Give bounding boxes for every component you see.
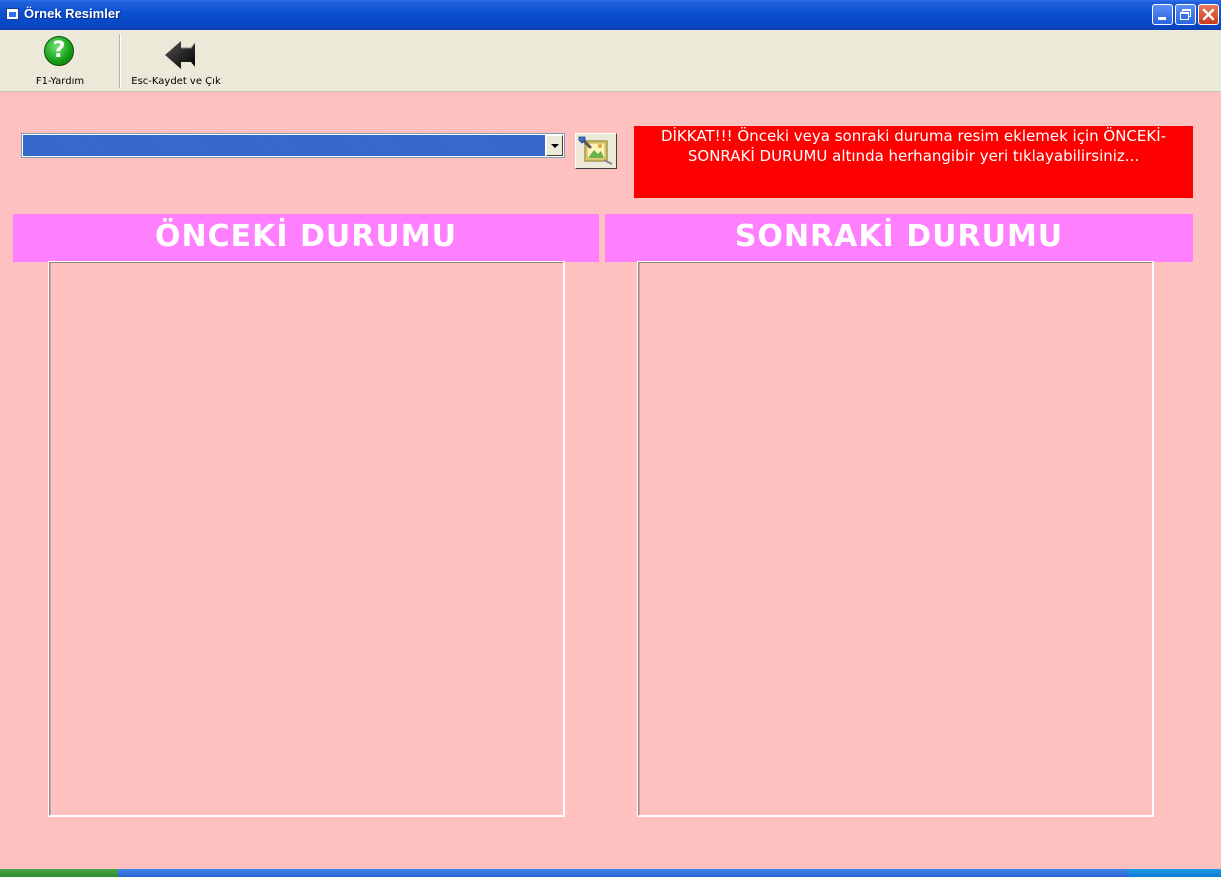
before-state-header: ÖNCEKİ DURUMU bbox=[13, 214, 599, 262]
after-state-header: SONRAKİ DURUMU bbox=[605, 214, 1193, 262]
toolbar: ? F1-Yardım Esc-Kaydet ve Çık bbox=[0, 30, 1221, 92]
minimize-icon bbox=[1158, 17, 1166, 20]
dropdown-arrow-button[interactable] bbox=[546, 135, 563, 156]
taskbar-edge bbox=[0, 869, 1221, 877]
back-arrow-icon bbox=[165, 41, 196, 69]
close-icon bbox=[1202, 8, 1215, 21]
image-tool-icon bbox=[578, 136, 613, 165]
app-window-icon[interactable] bbox=[6, 8, 19, 20]
window-title: Örnek Resimler bbox=[24, 6, 121, 21]
close-button[interactable] bbox=[1198, 4, 1219, 25]
help-question-icon: ? bbox=[44, 36, 74, 66]
image-tool-button[interactable] bbox=[575, 133, 617, 169]
title-bar: Örnek Resimler bbox=[0, 0, 1221, 30]
minimize-button[interactable] bbox=[1152, 4, 1173, 25]
after-image-frame-inner bbox=[639, 263, 1152, 815]
system-tray bbox=[1128, 869, 1221, 877]
save-exit-button-label: Esc-Kaydet ve Çık bbox=[131, 76, 221, 87]
image-category-dropdown[interactable] bbox=[21, 133, 565, 158]
before-image-frame-inner bbox=[50, 263, 563, 815]
warning-message: DİKKAT!!! Önceki veya sonraki duruma res… bbox=[634, 126, 1193, 198]
restore-button[interactable] bbox=[1175, 4, 1196, 25]
before-image-area[interactable] bbox=[48, 261, 565, 817]
save-exit-button[interactable]: Esc-Kaydet ve Çık bbox=[121, 30, 231, 92]
start-button[interactable] bbox=[0, 869, 118, 877]
restore-icon-back bbox=[1180, 12, 1189, 20]
after-image-area[interactable] bbox=[637, 261, 1154, 817]
dropdown-field[interactable] bbox=[23, 135, 545, 156]
help-button[interactable]: ? F1-Yardım bbox=[0, 30, 120, 92]
help-button-label: F1-Yardım bbox=[35, 76, 85, 87]
